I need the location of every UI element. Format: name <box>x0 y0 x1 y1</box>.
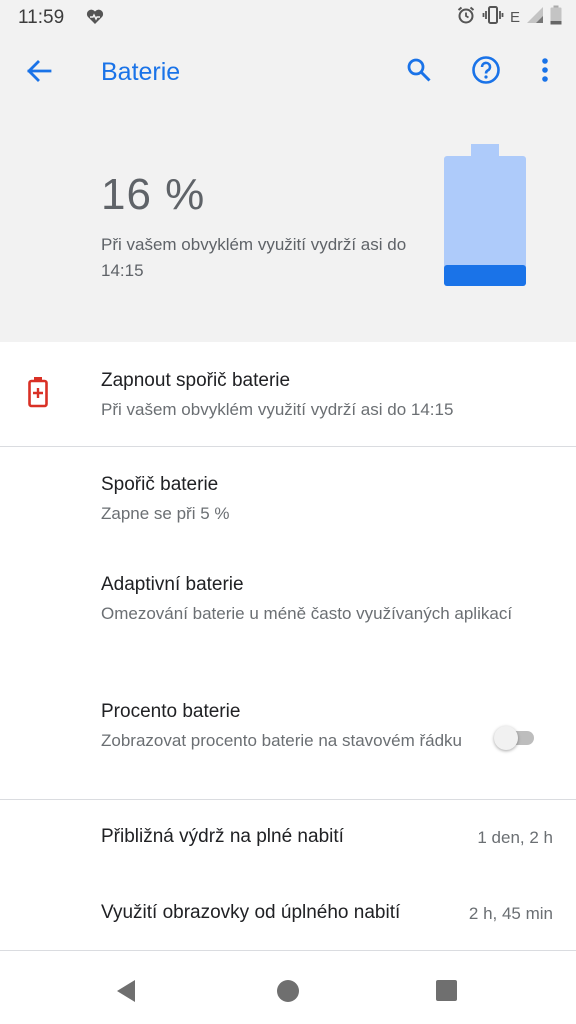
status-time: 11:59 <box>18 7 65 28</box>
battery-status-icon <box>550 5 562 30</box>
search-icon <box>406 57 432 88</box>
battery-percent: 16 % <box>101 170 206 219</box>
more-vert-icon <box>541 57 549 88</box>
heart-icon <box>86 9 104 25</box>
battery-saver-turn-on-title: Zapnout spořič baterie <box>101 370 291 391</box>
back-button[interactable] <box>22 56 56 90</box>
status-bar: 11:59 E <box>0 0 576 34</box>
battery-saver-row[interactable]: Spořič baterie Zapne se při 5 % <box>0 447 576 549</box>
adaptive-battery-row[interactable]: Adaptivní baterie Omezování baterie u mé… <box>0 549 576 675</box>
help-icon <box>471 55 501 90</box>
nav-back-icon[interactable] <box>114 978 140 1004</box>
status-icons: E <box>456 5 562 30</box>
divider <box>0 950 576 951</box>
more-options-button[interactable] <box>530 55 560 89</box>
app-bar: Baterie <box>0 34 576 112</box>
battery-alert-icon <box>28 377 48 408</box>
network-type-label: E <box>509 8 520 26</box>
battery-saver-subtitle: Zapne se při 5 % <box>101 504 230 523</box>
battery-saver-turn-on-subtitle: Při vašem obvyklém využití vydrží asi do… <box>101 400 454 419</box>
nav-home-icon[interactable] <box>277 980 299 1002</box>
battery-percentage-row[interactable]: Procento baterie Zobrazovat procento bat… <box>0 675 576 799</box>
battery-saver-turn-on-row[interactable]: Zapnout spořič baterie Při vašem obvyklé… <box>0 342 576 446</box>
signal-icon <box>526 6 544 29</box>
battery-percentage-toggle[interactable] <box>494 726 538 750</box>
full-charge-row[interactable]: Přibližná výdrž na plné nabití 1 den, 2 … <box>0 800 576 874</box>
battery-estimate: Při vašem obvyklém využití vydrží asi do… <box>101 235 407 280</box>
full-charge-title: Přibližná výdrž na plné nabití <box>101 826 344 847</box>
vibrate-icon <box>482 5 504 30</box>
search-button[interactable] <box>402 55 436 89</box>
adaptive-battery-title: Adaptivní baterie <box>101 574 244 595</box>
arrow-back-icon <box>26 59 52 88</box>
battery-percentage-subtitle: Zobrazovat procento baterie na stavovém … <box>101 731 462 750</box>
page-title: Baterie <box>101 58 181 86</box>
battery-saver-title: Spořič baterie <box>101 474 219 495</box>
battery-header: 16 % Při vašem obvyklém využití vydrží a… <box>0 112 576 342</box>
battery-percentage-title: Procento baterie <box>101 701 241 722</box>
screen-usage-row[interactable]: Využití obrazovky od úplného nabití 2 h,… <box>0 874 576 950</box>
adaptive-battery-subtitle: Omezování baterie u méně často využívaný… <box>101 604 513 623</box>
screen-usage-value: 2 h, 45 min <box>468 904 553 923</box>
help-button[interactable] <box>469 55 503 89</box>
full-charge-value: 1 den, 2 h <box>477 828 553 847</box>
navigation-bar <box>0 956 576 1024</box>
alarm-icon <box>456 5 476 30</box>
battery-level-icon <box>444 144 526 286</box>
toggle-thumb <box>494 726 518 750</box>
screen-usage-title: Využití obrazovky od úplného nabití <box>101 902 401 923</box>
nav-recents-icon[interactable] <box>436 980 457 1001</box>
